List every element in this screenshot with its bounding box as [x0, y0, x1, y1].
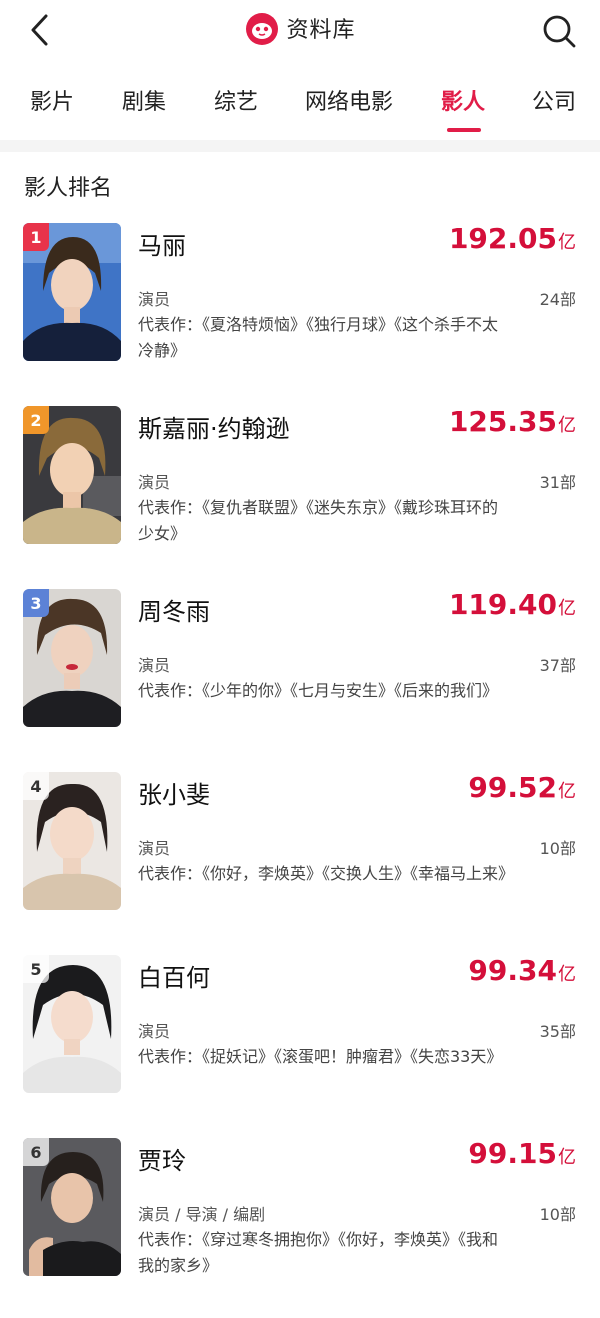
section-title: 影人排名: [24, 176, 113, 201]
unit-label: 亿: [558, 598, 576, 619]
person-role: 演员 / 导演 / 编剧: [138, 1205, 266, 1224]
representative-works: 代表作：《少年的你》《七月与安生》《后来的我们》: [138, 681, 499, 700]
person-role: 演员: [138, 473, 171, 492]
avatar[interactable]: 2: [23, 406, 121, 544]
person-name: 斯嘉丽·约翰逊: [138, 415, 290, 443]
list-item[interactable]: 6 贾玲 99.15亿 演员 / 导演 / 编剧 10部 代表作：《穿过寒冬拥抱…: [0, 1135, 600, 1318]
representative-works: 代表作：《穿过寒冬拥抱你》《你好，李焕英》《我和我的家乡》: [138, 1230, 499, 1275]
person-role: 演员: [138, 656, 171, 675]
unit-label: 亿: [558, 1147, 576, 1168]
representative-works: 代表作：《你好，李焕英》《交换人生》《幸福马上来》: [138, 864, 515, 883]
brand: 资料库: [0, 10, 600, 46]
person-name: 周冬雨: [138, 598, 210, 626]
work-count: 10部: [539, 1205, 576, 1224]
top-bar: 资料库: [0, 0, 600, 60]
tab-series[interactable]: 剧集: [122, 84, 166, 116]
rank-badge: 6: [23, 1138, 49, 1166]
avatar[interactable]: 3: [23, 589, 121, 727]
work-count: 37部: [539, 656, 576, 675]
box-office-total: 99.52亿: [468, 771, 576, 804]
unit-label: 亿: [558, 781, 576, 802]
avatar[interactable]: 4: [23, 772, 121, 910]
people-ranking-list: 1 马丽 192.05亿 演员 24部 代表作：《夏洛特烦恼》《独行月球》《这个…: [0, 220, 600, 1318]
box-office-total: 125.35亿: [448, 405, 576, 438]
list-item[interactable]: 1 马丽 192.05亿 演员 24部 代表作：《夏洛特烦恼》《独行月球》《这个…: [0, 220, 600, 403]
avatar[interactable]: 5: [23, 955, 121, 1093]
list-item[interactable]: 3 周冬雨 119.40亿 演员 37部 代表作：《少年的你》《七月与安生》《后…: [0, 586, 600, 769]
person-role: 演员: [138, 290, 171, 309]
person-name: 贾玲: [138, 1147, 186, 1175]
page-title: 资料库: [286, 18, 356, 43]
work-count: 10部: [539, 839, 576, 858]
tab-variety[interactable]: 综艺: [214, 84, 258, 116]
avatar[interactable]: 6: [23, 1138, 121, 1276]
person-role: 演员: [138, 1022, 171, 1041]
person-name: 张小斐: [138, 781, 210, 809]
person-name: 白百何: [138, 964, 210, 992]
rank-badge: 3: [23, 589, 49, 617]
rank-badge: 1: [23, 223, 49, 251]
search-icon[interactable]: [540, 12, 578, 50]
list-item[interactable]: 2 斯嘉丽·约翰逊 125.35亿 演员 31部 代表作：《复仇者联盟》《迷失东…: [0, 403, 600, 586]
box-office-total: 99.34亿: [468, 954, 576, 987]
cat-logo-icon: [246, 13, 279, 45]
rank-badge: 2: [23, 406, 49, 434]
box-office-total: 119.40亿: [448, 588, 576, 621]
avatar[interactable]: 1: [23, 223, 121, 361]
work-count: 31部: [539, 473, 576, 492]
person-role: 演员: [138, 839, 171, 858]
representative-works: 代表作：《捉妖记》《滚蛋吧！肿瘤君》《失恋33天》: [138, 1047, 503, 1066]
rank-badge: 5: [23, 955, 49, 983]
active-tab-indicator: [447, 128, 481, 132]
box-office-total: 192.05亿: [448, 222, 576, 255]
list-item[interactable]: 4 张小斐 99.52亿 演员 10部 代表作：《你好，李焕英》《交换人生》《幸…: [0, 769, 600, 952]
tab-people[interactable]: 影人: [441, 84, 485, 116]
unit-label: 亿: [558, 415, 576, 436]
category-tabs: 影片 剧集 综艺 网络电影 影人 公司: [0, 60, 600, 132]
person-name: 马丽: [138, 232, 186, 260]
section-divider: [0, 140, 600, 152]
work-count: 35部: [539, 1022, 576, 1041]
list-item[interactable]: 5 白百何 99.34亿 演员 35部 代表作：《捉妖记》《滚蛋吧！肿瘤君》《失…: [0, 952, 600, 1135]
box-office-total: 99.15亿: [468, 1137, 576, 1170]
representative-works: 代表作：《夏洛特烦恼》《独行月球》《这个杀手不太冷静》: [138, 315, 499, 360]
work-count: 24部: [539, 290, 576, 309]
tab-movies[interactable]: 影片: [30, 84, 74, 116]
tab-companies[interactable]: 公司: [532, 84, 576, 116]
tab-web-movies[interactable]: 网络电影: [305, 84, 393, 116]
rank-badge: 4: [23, 772, 49, 800]
representative-works: 代表作：《复仇者联盟》《迷失东京》《戴珍珠耳环的少女》: [138, 498, 499, 543]
unit-label: 亿: [558, 964, 576, 985]
unit-label: 亿: [558, 232, 576, 253]
